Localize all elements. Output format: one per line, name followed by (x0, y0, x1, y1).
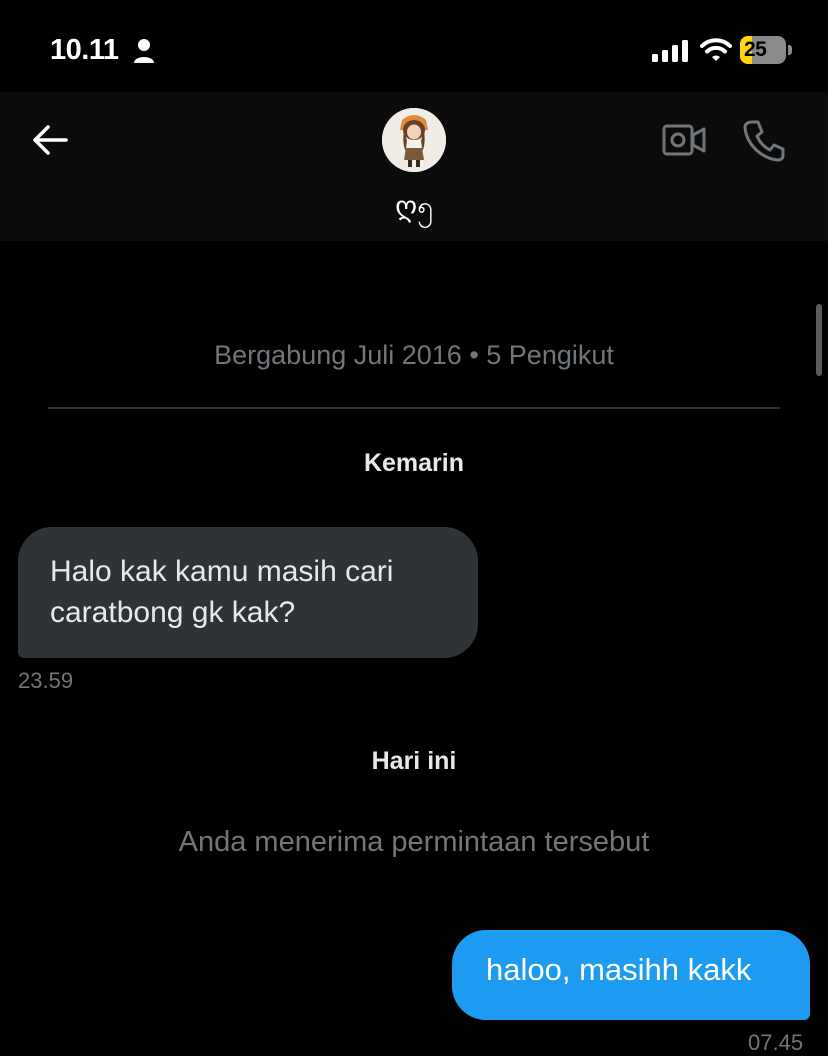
request-accepted-notice: Anda menerima permintaan tersebut (178, 826, 650, 858)
phone-call-icon[interactable] (742, 118, 786, 162)
avatar-doll-image (382, 108, 446, 172)
status-time: 10.11 (50, 34, 119, 66)
person-icon (134, 39, 154, 63)
incoming-message-time: 23.59 (18, 668, 74, 693)
outgoing-message-time: 07.45 (748, 1030, 804, 1055)
incoming-message-bubble[interactable]: Halo kak kamu masih cari caratbong gk ka… (18, 527, 478, 658)
battery-icon: 25 (740, 36, 792, 64)
divider (48, 407, 780, 409)
battery-percent: 25 (744, 38, 767, 61)
video-call-icon[interactable] (662, 122, 706, 158)
day-label-today: Hari ini (371, 747, 457, 775)
outgoing-message-text: haloo, masihh kakk (486, 952, 752, 987)
profile-join-info: Bergabung Juli 2016 • 5 Pengikut (214, 340, 614, 370)
back-arrow-icon[interactable] (30, 122, 70, 158)
outgoing-message-bubble[interactable]: haloo, masihh kakk (452, 930, 810, 1020)
signal-icon (652, 40, 688, 62)
wifi-icon (700, 38, 732, 61)
day-label-yesterday: Kemarin (363, 449, 465, 477)
avatar[interactable] (382, 108, 446, 172)
chat-username: ღ၅ (395, 191, 433, 222)
incoming-message-text: Halo kak kamu masih cari caratbong gk ka… (50, 555, 394, 629)
